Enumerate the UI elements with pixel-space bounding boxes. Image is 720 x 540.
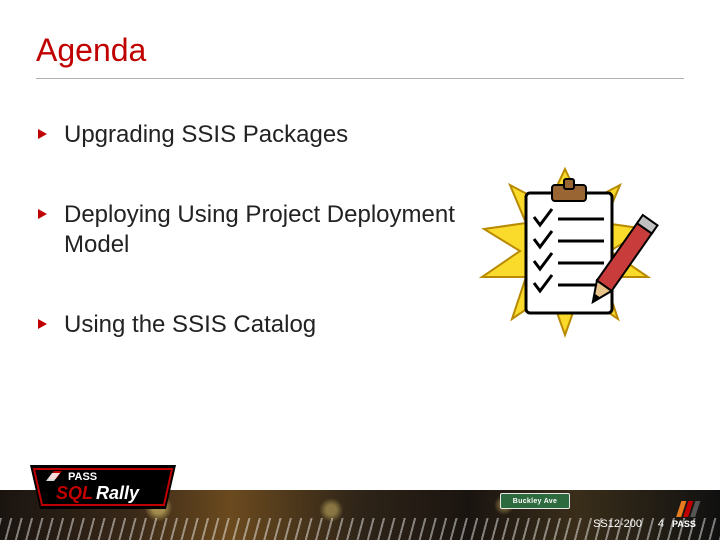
bullet-icon [36, 127, 50, 146]
page-number: 4 [658, 518, 664, 530]
svg-text:PASS: PASS [68, 471, 97, 483]
bullet-icon [36, 317, 50, 336]
list-item: Using the SSIS Catalog [36, 310, 456, 340]
svg-text:Rally: Rally [96, 483, 140, 503]
slide-title: Agenda [36, 32, 146, 69]
svg-text:SQL: SQL [56, 483, 93, 503]
bullet-icon [36, 207, 50, 226]
bullet-text: Upgrading SSIS Packages [64, 120, 348, 150]
pass-logo: PASS [668, 499, 710, 534]
slide: Agenda Upgrading SSIS Packages Deploying… [0, 0, 720, 540]
bullet-list: Upgrading SSIS Packages Deploying Using … [36, 120, 456, 390]
svg-text:PASS: PASS [672, 519, 696, 529]
title-underline [36, 78, 684, 79]
bullet-text: Using the SSIS Catalog [64, 310, 316, 340]
list-item: Deploying Using Project Deployment Model [36, 200, 456, 260]
slide-footer: Buckley Ave PASS SQL Rally SS12-200 4 [0, 455, 720, 540]
checklist-clipart-icon [470, 165, 660, 340]
bullet-text: Deploying Using Project Deployment Model [64, 200, 456, 260]
session-code: SS12-200 [593, 518, 642, 530]
list-item: Upgrading SSIS Packages [36, 120, 456, 150]
sqlrally-logo: PASS SQL Rally [28, 459, 178, 520]
road-sign: Buckley Ave [500, 493, 570, 509]
